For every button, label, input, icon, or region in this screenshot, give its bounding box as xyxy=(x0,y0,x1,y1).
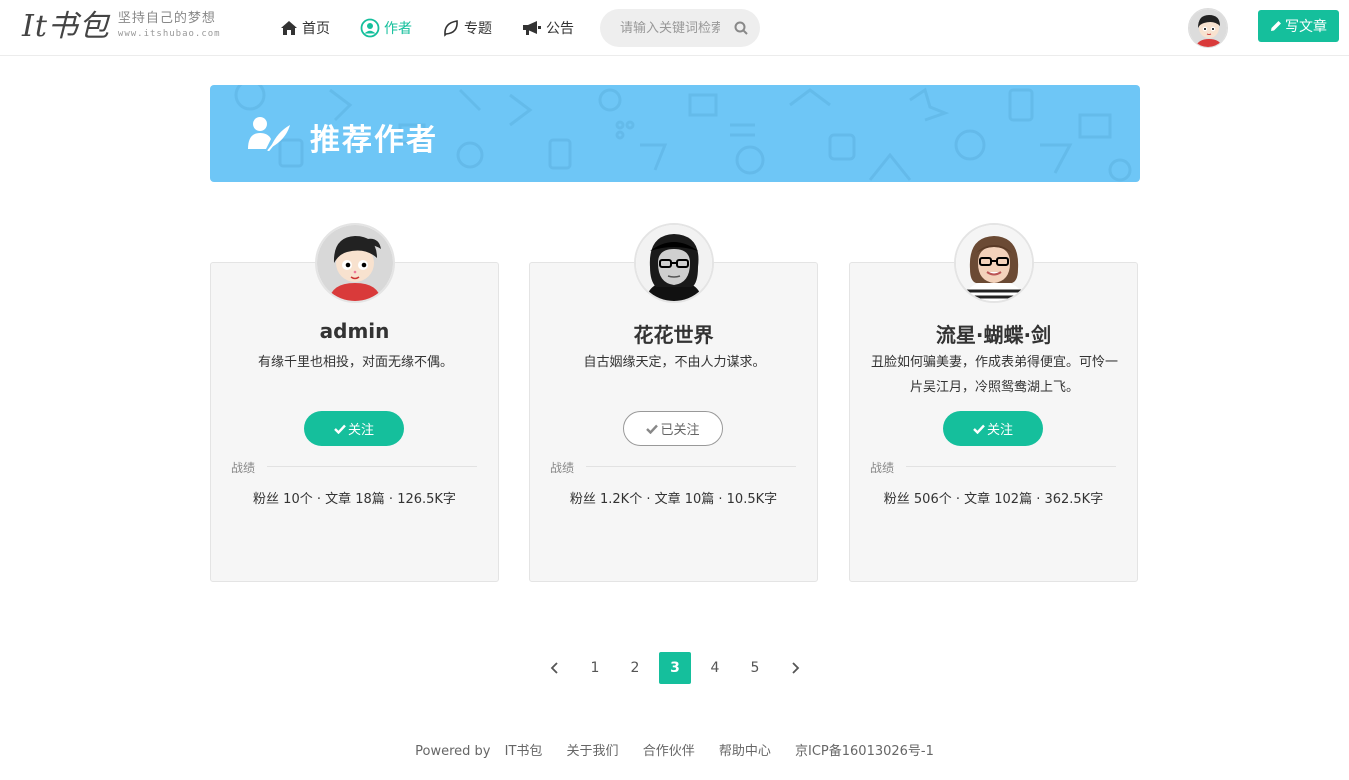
nav-item-notice[interactable]: 公告 xyxy=(522,18,574,38)
follow-label: 已关注 xyxy=(660,423,700,438)
chevron-right-icon xyxy=(792,662,800,674)
pagination: 1 2 3 4 5 xyxy=(535,652,815,684)
powered-by: Powered by xyxy=(415,744,491,759)
stats-label: 战绩 xyxy=(550,461,575,475)
write-article-label: 写文章 xyxy=(1285,19,1327,35)
stats-divider xyxy=(586,466,796,467)
author-name[interactable]: 花花世界 xyxy=(530,319,817,348)
author-bio: 丑脸如何骗美妻，作成表弟得便宜。可怜一片吴江月，冷照鸳鸯湖上飞。 xyxy=(870,355,1118,395)
user-avatar[interactable] xyxy=(1188,8,1228,48)
follow-button[interactable]: 关注 xyxy=(304,411,404,446)
search-box xyxy=(600,9,760,47)
footer-link-help[interactable]: 帮助中心 xyxy=(719,744,771,759)
followed-button[interactable]: 已关注 xyxy=(623,411,723,446)
footer-link-about[interactable]: 关于我们 xyxy=(567,744,619,759)
top-navbar: It书包 坚持自己的梦想 www.itshubao.com 首页 作者 专题 公… xyxy=(0,0,1349,56)
megaphone-icon xyxy=(523,21,541,35)
search-icon[interactable] xyxy=(734,21,748,35)
chevron-left-icon xyxy=(550,662,558,674)
recommend-banner: 推荐作者 xyxy=(210,85,1140,182)
author-avatar[interactable] xyxy=(954,223,1034,303)
prev-page-button[interactable] xyxy=(535,652,575,684)
author-card: admin 有缘千里也相投，对面无缘不偶。 关注 战绩 粉丝 10个 · 文章 … xyxy=(210,223,499,582)
check-icon xyxy=(334,424,346,434)
nav-label-authors: 作者 xyxy=(384,21,412,37)
page-5[interactable]: 5 xyxy=(735,652,775,684)
follow-button[interactable]: 关注 xyxy=(943,411,1043,446)
author-bio: 有缘千里也相投，对面无缘不偶。 xyxy=(257,355,453,370)
footer-link-icp[interactable]: 京ICP备16013026号-1 xyxy=(795,744,934,759)
leaf-icon xyxy=(444,20,458,37)
logo-slogan: 坚持自己的梦想 xyxy=(117,11,216,26)
stats-label: 战绩 xyxy=(231,461,256,475)
author-name[interactable]: 流星·蝴蝶·剑 xyxy=(850,319,1137,348)
page-4[interactable]: 4 xyxy=(695,652,735,684)
check-icon xyxy=(973,424,985,434)
search-input[interactable] xyxy=(620,20,720,36)
next-page-button[interactable] xyxy=(775,652,815,684)
page-1[interactable]: 1 xyxy=(575,652,615,684)
author-bio: 自古姻缘天定，不由人力谋求。 xyxy=(583,355,766,370)
write-article-button[interactable]: 写文章 xyxy=(1258,10,1339,42)
stats-divider xyxy=(906,466,1116,467)
author-avatar[interactable] xyxy=(634,223,714,303)
site-logo[interactable]: It书包 坚持自己的梦想 www.itshubao.com xyxy=(22,10,221,46)
nav-label-topics: 专题 xyxy=(464,21,492,37)
nav-item-topics[interactable]: 专题 xyxy=(442,18,492,38)
nav-item-home[interactable]: 首页 xyxy=(280,18,330,38)
site-footer: Powered by IT书包 关于我们 合作伙伴 帮助中心 京ICP备1601… xyxy=(0,740,1349,759)
pencil-icon xyxy=(1271,21,1281,31)
nav-label-home: 首页 xyxy=(302,21,330,37)
author-card: 花花世界 自古姻缘天定，不由人力谋求。 已关注 战绩 粉丝 1.2K个 · 文章… xyxy=(529,223,818,582)
logo-url: www.itshubao.com xyxy=(117,29,221,39)
follow-label: 关注 xyxy=(347,423,374,438)
stats-label: 战绩 xyxy=(870,461,895,475)
author-stats: 粉丝 10个 · 文章 18篇 · 126.5K字 xyxy=(253,492,456,507)
author-avatar[interactable] xyxy=(315,223,395,303)
author-quill-icon xyxy=(248,117,290,151)
footer-link-partners[interactable]: 合作伙伴 xyxy=(643,744,695,759)
page-3-current[interactable]: 3 xyxy=(659,652,691,684)
logo-mark: It书包 xyxy=(22,9,110,44)
check-icon xyxy=(646,424,659,434)
main-nav: 首页 作者 专题 公告 xyxy=(280,0,604,56)
user-circle-icon xyxy=(360,18,380,38)
home-icon xyxy=(281,21,297,35)
author-card: 流星·蝴蝶·剑 丑脸如何骗美妻，作成表弟得便宜。可怜一片吴江月，冷照鸳鸯湖上飞。… xyxy=(849,223,1138,582)
author-name[interactable]: admin xyxy=(211,319,498,343)
author-stats: 粉丝 506个 · 文章 102篇 · 362.5K字 xyxy=(883,492,1104,507)
footer-link-itshubao[interactable]: IT书包 xyxy=(505,744,543,759)
banner-title: 推荐作者 xyxy=(310,123,438,158)
author-stats: 粉丝 1.2K个 · 文章 10篇 · 10.5K字 xyxy=(569,492,778,507)
nav-item-authors[interactable]: 作者 xyxy=(360,18,412,38)
follow-label: 关注 xyxy=(986,423,1013,438)
logo-text: 坚持自己的梦想 www.itshubao.com xyxy=(118,10,221,40)
stats-divider xyxy=(267,466,477,467)
page-2[interactable]: 2 xyxy=(615,652,655,684)
nav-label-notice: 公告 xyxy=(546,21,574,37)
